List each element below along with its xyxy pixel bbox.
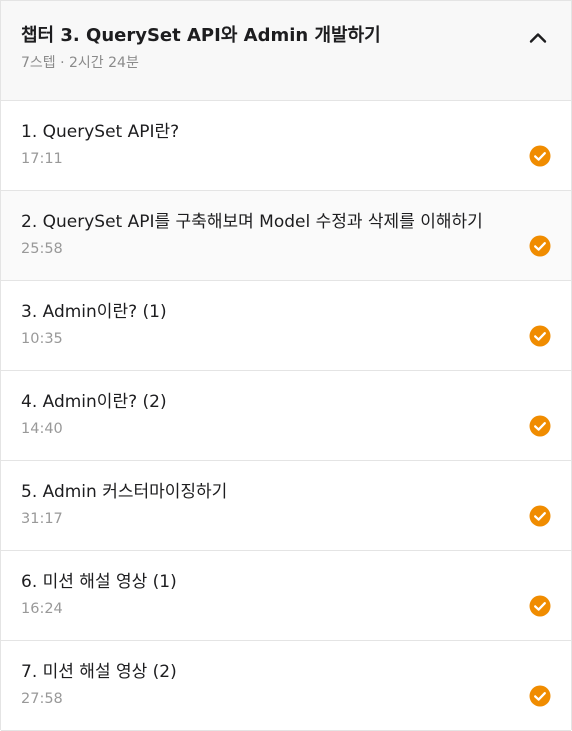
- chapter-meta: 7스텝 · 2시간 24분: [21, 55, 139, 71]
- lesson-title: 3. Admin이란? (1): [21, 302, 167, 322]
- lesson-duration: 16:24: [21, 601, 63, 617]
- lesson-item[interactable]: 5. Admin 커스터마이징하기 31:17: [1, 461, 571, 551]
- lesson-duration: 31:17: [21, 511, 63, 527]
- check-circle-icon: [529, 415, 551, 437]
- lesson-duration: 27:58: [21, 691, 63, 707]
- lesson-duration: 25:58: [21, 241, 63, 257]
- chapter-header[interactable]: 챕터 3. QuerySet API와 Admin 개발하기 7스텝 · 2시간…: [1, 0, 571, 101]
- lesson-duration: 14:40: [21, 421, 63, 437]
- lesson-duration: 10:35: [21, 331, 63, 347]
- check-circle-icon: [529, 145, 551, 167]
- check-circle-icon: [529, 505, 551, 527]
- lesson-duration: 17:11: [21, 151, 63, 167]
- lesson-item[interactable]: 7. 미션 해설 영상 (2) 27:58: [1, 641, 571, 731]
- lesson-title: 2. QuerySet API를 구축해보며 Model 수정과 삭제를 이해하…: [21, 212, 483, 232]
- lesson-item[interactable]: 4. Admin이란? (2) 14:40: [1, 371, 571, 461]
- chevron-up-icon[interactable]: [526, 26, 550, 50]
- lesson-item[interactable]: 6. 미션 해설 영상 (1) 16:24: [1, 551, 571, 641]
- check-circle-icon: [529, 685, 551, 707]
- chapter-title: 챕터 3. QuerySet API와 Admin 개발하기: [21, 25, 381, 46]
- lesson-item[interactable]: 2. QuerySet API를 구축해보며 Model 수정과 삭제를 이해하…: [1, 191, 571, 281]
- check-circle-icon: [529, 235, 551, 257]
- lesson-title: 6. 미션 해설 영상 (1): [21, 572, 177, 592]
- check-circle-icon: [529, 325, 551, 347]
- lesson-item[interactable]: 1. QuerySet API란? 17:11: [1, 101, 571, 191]
- check-circle-icon: [529, 595, 551, 617]
- lesson-item[interactable]: 3. Admin이란? (1) 10:35: [1, 281, 571, 371]
- lesson-title: 1. QuerySet API란?: [21, 122, 180, 142]
- lesson-list: 1. QuerySet API란? 17:11 2. QuerySet API를…: [1, 101, 571, 731]
- lesson-title: 4. Admin이란? (2): [21, 392, 167, 412]
- lesson-title: 7. 미션 해설 영상 (2): [21, 662, 177, 682]
- curriculum-panel: 챕터 3. QuerySet API와 Admin 개발하기 7스텝 · 2시간…: [0, 0, 572, 731]
- lesson-title: 5. Admin 커스터마이징하기: [21, 482, 228, 502]
